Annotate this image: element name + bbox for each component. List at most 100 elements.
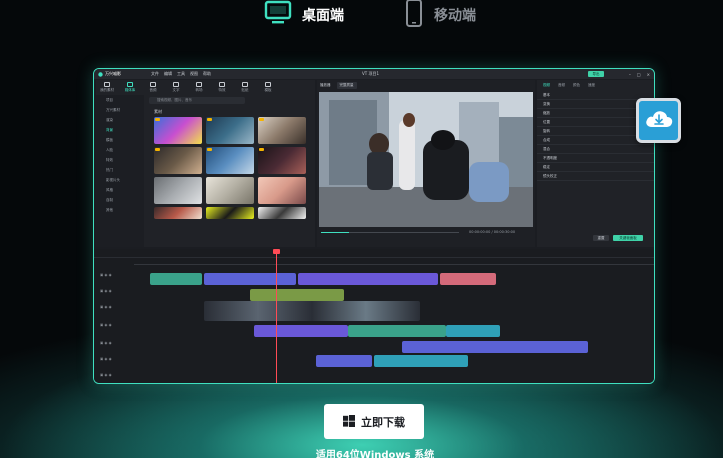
media-tab-effects[interactable]: 特效 [215, 81, 229, 93]
menu-tools[interactable]: 工具 [177, 71, 185, 77]
track-header[interactable]: ▣ ◉ ◉ [100, 373, 134, 383]
props-tab-video[interactable]: 视频 [543, 83, 550, 88]
props-row[interactable]: 稳定 [537, 163, 654, 172]
media-item[interactable] [258, 207, 306, 219]
timeline-clip[interactable] [204, 273, 296, 285]
media-tab-transition[interactable]: 转场 [192, 81, 206, 93]
track-header[interactable]: ▣ ◉ ◉ [100, 305, 134, 315]
sidebar-item-other[interactable]: 其他 [96, 205, 144, 215]
video-clip[interactable] [204, 301, 420, 321]
sidebar-item-face[interactable]: 人脸 [96, 145, 144, 155]
media-item[interactable] [154, 117, 202, 144]
props-row[interactable]: 镜头校正 [537, 172, 654, 181]
track-header[interactable]: ▣ ◉ ◉ [100, 323, 134, 333]
text-icon [173, 81, 179, 87]
timeline-clip[interactable] [250, 289, 344, 301]
timecode: 00:00:00:00 / 00:00:30:00 [469, 230, 516, 234]
close-icon[interactable]: × [647, 72, 650, 77]
effects-icon [219, 81, 225, 87]
track-header[interactable]: ▣ ◉ ◉ [100, 357, 134, 367]
media-item[interactable] [206, 147, 254, 174]
timeline-clip[interactable] [446, 325, 500, 337]
quality-select[interactable]: 完整质量 [336, 81, 357, 89]
media-item[interactable] [258, 147, 306, 174]
sidebar-item-custom[interactable]: 自制 [96, 195, 144, 205]
media-tab-text[interactable]: 文字 [169, 81, 183, 93]
export-button[interactable]: 导出 [588, 71, 604, 77]
timeline-clip[interactable] [440, 273, 496, 285]
media-search-input[interactable]: 搜索视频、图片、音乐 [149, 97, 245, 104]
menu-edit[interactable]: 编辑 [164, 71, 172, 77]
reset-button[interactable]: 重置 [593, 235, 609, 241]
timeline-clip[interactable] [402, 341, 588, 353]
props-tabs: 视频 音频 颜色 速度 [537, 80, 654, 91]
sidebar-item-template[interactable]: 模板 [96, 135, 144, 145]
media-tab-templates[interactable]: 模板 [261, 81, 275, 93]
premium-badge [207, 148, 212, 151]
media-tab-audio[interactable]: 音频 [146, 81, 160, 93]
props-row[interactable]: 基本 [537, 91, 654, 100]
timeline-clip[interactable] [254, 325, 348, 337]
sidebar-item-effects[interactable]: 特效 [96, 155, 144, 165]
sidebar-item-stock[interactable]: 万兴素材 [96, 105, 144, 115]
media-tab-stickers[interactable]: 贴纸 [238, 81, 252, 93]
props-tab-speed[interactable]: 速度 [588, 83, 595, 88]
media-icon [127, 81, 133, 87]
player-tab[interactable]: 播放器 [320, 83, 331, 88]
media-item[interactable] [206, 177, 254, 204]
system-requirement-note: 适用64位Windows 系统 [315, 450, 435, 458]
phone-icon [404, 0, 424, 31]
playhead-handle[interactable] [273, 249, 280, 254]
media-item[interactable] [258, 117, 306, 144]
timeline-clip[interactable] [374, 355, 468, 367]
sidebar-item-hot[interactable]: 热门 [96, 165, 144, 175]
media-item[interactable] [258, 177, 306, 204]
track-header[interactable]: ▣ ◉ ◉ [100, 341, 134, 351]
props-tab-color[interactable]: 颜色 [573, 83, 580, 88]
premium-badge [259, 118, 264, 121]
progress-played[interactable] [321, 232, 349, 233]
progress-track[interactable] [349, 232, 459, 233]
track-header[interactable]: ▣ ◉ ◉ [100, 289, 134, 299]
media-item[interactable] [154, 147, 202, 174]
preview-video [319, 92, 533, 227]
props-row[interactable]: 不透明度 [537, 154, 654, 163]
media-item[interactable] [154, 177, 202, 204]
menu-help[interactable]: 帮助 [203, 71, 211, 77]
media-item[interactable] [206, 117, 254, 144]
monitor-icon [264, 0, 292, 30]
sidebar-item-project[interactable]: 项目 [96, 95, 144, 105]
menu-file[interactable]: 文件 [151, 71, 159, 77]
timeline-toolbar [94, 249, 654, 258]
media-section-title: 素材 [154, 109, 162, 114]
minimize-icon[interactable]: – [629, 72, 631, 77]
keyframe-panel-button[interactable]: 关键帧面板 [613, 235, 643, 241]
timeline-clip[interactable] [316, 355, 372, 367]
menu-view[interactable]: 视图 [190, 71, 198, 77]
playhead[interactable] [276, 249, 277, 383]
tab-mobile[interactable]: 移动端 [404, 0, 476, 30]
timeline-clip[interactable] [150, 273, 202, 285]
props-tab-audio[interactable]: 音频 [558, 83, 565, 88]
download-now-button[interactable]: 立即下载 [324, 404, 424, 439]
sidebar-item-style[interactable]: 风格 [96, 185, 144, 195]
media-item[interactable] [206, 207, 254, 219]
sticker-icon [242, 81, 248, 87]
cloud-download-badge[interactable] [636, 98, 681, 143]
track-header[interactable]: ▣ ◉ ◉ [100, 273, 134, 283]
timeline-clip[interactable] [298, 273, 438, 285]
timeline-ruler[interactable] [134, 261, 654, 265]
props-row[interactable]: 混合 [537, 145, 654, 154]
maximize-icon[interactable]: □ [637, 72, 641, 77]
sidebar-item-background[interactable]: 背景 [96, 125, 144, 135]
media-item[interactable] [154, 207, 202, 219]
sidebar-item-render[interactable]: 渲染 [96, 115, 144, 125]
timeline-clip[interactable] [348, 325, 446, 337]
media-sidebar: 项目 万兴素材 渲染 背景 模板 人脸 特效 热门 影视片头 风格 自制 其他 [96, 95, 144, 247]
sidebar-item-intro[interactable]: 影视片头 [96, 175, 144, 185]
app-brand: 万兴喵影 [105, 71, 121, 76]
tab-desktop[interactable]: 桌面端 [264, 0, 344, 30]
media-tab-my[interactable]: 我的素材 [100, 81, 114, 93]
premium-badge [259, 148, 264, 151]
media-tab-library[interactable]: 媒体库 [123, 81, 137, 93]
